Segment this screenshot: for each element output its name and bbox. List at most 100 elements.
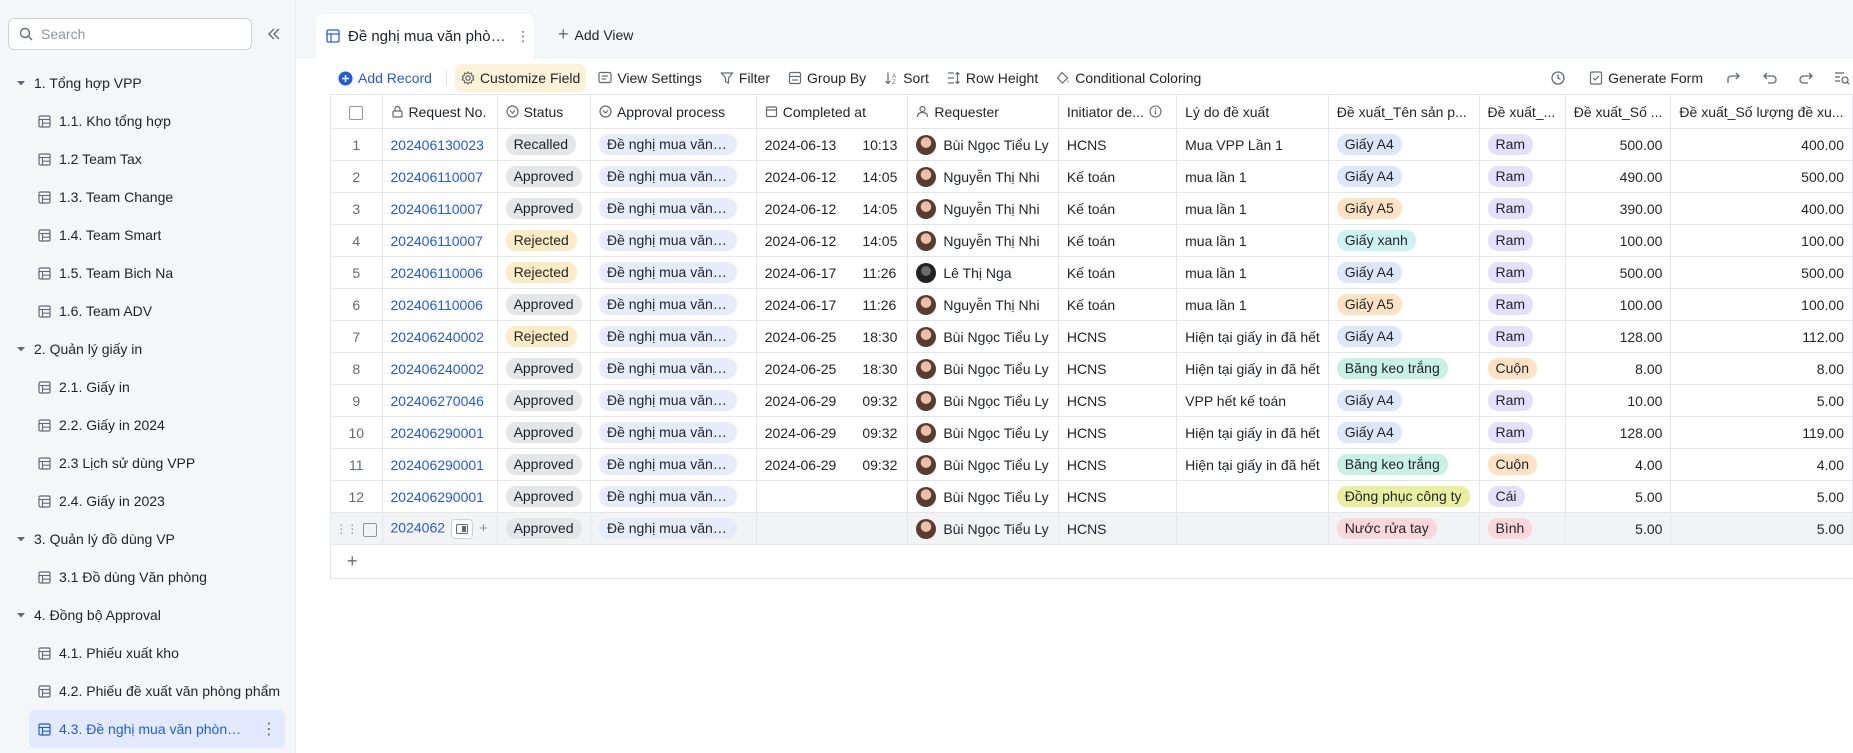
sidebar-item[interactable]: 1.5. Team Bich Na bbox=[0, 254, 296, 292]
product-name-cell[interactable]: Giấy A4 bbox=[1328, 416, 1480, 449]
row-height-button[interactable]: Row Height bbox=[941, 64, 1044, 92]
status-cell[interactable]: Rejected bbox=[497, 256, 591, 289]
completed-at-cell[interactable]: 2024-06-25 18:30 bbox=[756, 320, 909, 353]
completed-at-cell[interactable] bbox=[756, 512, 909, 545]
quantity-cell[interactable]: 128.00 bbox=[1565, 416, 1672, 449]
request-no[interactable]: 202406290001 bbox=[391, 489, 484, 505]
add-row-button[interactable]: + bbox=[330, 545, 1853, 579]
request-no[interactable]: 202406110007 bbox=[391, 169, 483, 185]
column-header-status[interactable]: Status bbox=[497, 94, 591, 129]
sidebar-item[interactable]: 2.2. Giấy in 2024 bbox=[0, 406, 296, 444]
table-row[interactable]: 2 202406110007 Approved Đề nghị mua văn phò… bbox=[330, 160, 1853, 193]
requester-cell[interactable]: Nguyễn Thị Nhi bbox=[907, 160, 1059, 193]
reason-cell[interactable]: mua lần 1 bbox=[1176, 288, 1329, 321]
column-header-approval-process[interactable]: Approval process bbox=[590, 94, 757, 129]
status-cell[interactable]: Approved bbox=[497, 160, 591, 193]
column-header-reason[interactable]: Lý do đề xuất bbox=[1176, 94, 1329, 129]
status-cell[interactable]: Approved bbox=[497, 448, 591, 481]
completed-at-cell[interactable]: 2024-06-29 09:32 bbox=[756, 416, 909, 449]
approval-process-cell[interactable]: Đề nghị mua văn phòng phẩm bbox=[590, 480, 757, 513]
request-no-cell[interactable]: 202406240002 bbox=[382, 320, 498, 353]
request-no-cell[interactable]: 202406290001 bbox=[382, 416, 498, 449]
reason-cell[interactable]: Hiện tại giấy in đã hết bbox=[1176, 320, 1329, 353]
product-name-cell[interactable]: Đồng phục công ty bbox=[1328, 480, 1480, 513]
request-no-cell[interactable]: 202406130023 bbox=[382, 128, 498, 161]
requester-cell[interactable]: Bùi Ngọc Tiểu Ly bbox=[907, 448, 1059, 481]
request-no[interactable]: 202406290001 bbox=[391, 457, 484, 473]
drag-handle-icon[interactable]: ⋮⋮ bbox=[335, 522, 358, 536]
table-row[interactable]: ⋮⋮ 2024062 + Approved Đề nghị mua văn phòng … bbox=[330, 512, 1853, 545]
approval-process-cell[interactable]: Đề nghị mua văn phòng phẩm bbox=[590, 224, 757, 257]
reason-cell[interactable]: mua lần 1 bbox=[1176, 160, 1329, 193]
proposed-quantity-cell[interactable]: 5.00 bbox=[1670, 480, 1853, 513]
unit-cell[interactable]: Ram bbox=[1479, 416, 1566, 449]
approval-process-cell[interactable]: Đề nghị mua văn phòng phẩm bbox=[590, 192, 757, 225]
request-no-cell[interactable]: 2024062 + bbox=[382, 512, 498, 545]
add-view-button[interactable]: + Add View bbox=[558, 24, 633, 45]
approval-process-cell[interactable]: Đề nghị mua văn phòng phẩm bbox=[590, 384, 757, 417]
quantity-cell[interactable]: 100.00 bbox=[1565, 224, 1672, 257]
caret-down-icon[interactable] bbox=[16, 78, 26, 88]
completed-at-cell[interactable]: 2024-06-17 11:26 bbox=[756, 288, 909, 321]
request-no[interactable]: 202406110006 bbox=[391, 265, 483, 281]
table-row[interactable]: 4 202406110007 Rejected Đề nghị mua văn phò… bbox=[330, 224, 1853, 257]
product-name-cell[interactable]: Giấy A4 bbox=[1328, 128, 1480, 161]
more-vertical-icon[interactable]: ⋮ bbox=[516, 28, 530, 45]
quantity-cell[interactable]: 128.00 bbox=[1565, 320, 1672, 353]
search-records-button[interactable] bbox=[1831, 67, 1853, 89]
reason-cell[interactable]: mua lần 1 bbox=[1176, 192, 1329, 225]
request-no[interactable]: 202406110007 bbox=[391, 233, 483, 249]
initiator-cell[interactable]: HCNS bbox=[1058, 448, 1178, 481]
sidebar-item[interactable]: 4.3. Đề nghị mua văn phòng phẩm ⋮ bbox=[29, 710, 285, 748]
unit-cell[interactable]: Bình bbox=[1479, 512, 1566, 545]
quantity-cell[interactable]: 5.00 bbox=[1565, 480, 1672, 513]
request-no-cell[interactable]: 202406110007 bbox=[382, 160, 498, 193]
proposed-quantity-cell[interactable]: 500.00 bbox=[1670, 160, 1853, 193]
row-select-cell[interactable]: ⋮⋮ bbox=[330, 512, 383, 545]
status-cell[interactable]: Approved bbox=[497, 384, 591, 417]
initiator-cell[interactable]: HCNS bbox=[1058, 416, 1178, 449]
table-row[interactable]: 7 202406240002 Rejected Đề nghị mua văn phò… bbox=[330, 320, 1853, 353]
requester-cell[interactable]: Bùi Ngọc Tiểu Ly bbox=[907, 512, 1059, 545]
sidebar-item[interactable]: 1.4. Team Smart bbox=[0, 216, 296, 254]
share-button[interactable] bbox=[1723, 67, 1745, 89]
request-no[interactable]: 202406110007 bbox=[391, 201, 483, 217]
quantity-cell[interactable]: 500.00 bbox=[1565, 128, 1672, 161]
approval-process-cell[interactable]: Đề nghị mua văn phòng phẩm bbox=[590, 160, 757, 193]
sidebar-item[interactable]: 4.1. Phiếu xuất kho bbox=[0, 634, 296, 672]
request-no-cell[interactable]: 202406290001 bbox=[382, 480, 498, 513]
completed-at-cell[interactable]: 2024-06-12 14:05 bbox=[756, 160, 909, 193]
table-row[interactable]: 9 202406270046 Approved Đề nghị mua văn phò… bbox=[330, 384, 1853, 417]
request-no[interactable]: 202406130023 bbox=[391, 137, 484, 153]
quantity-cell[interactable]: 5.00 bbox=[1565, 512, 1672, 545]
redo-button[interactable] bbox=[1795, 67, 1817, 89]
proposed-quantity-cell[interactable]: 400.00 bbox=[1670, 192, 1853, 225]
initiator-cell[interactable]: Kế toán bbox=[1058, 256, 1178, 289]
status-cell[interactable]: Rejected bbox=[497, 224, 591, 257]
select-all-checkbox[interactable] bbox=[349, 105, 364, 120]
proposed-quantity-cell[interactable]: 400.00 bbox=[1670, 128, 1853, 161]
proposed-quantity-cell[interactable]: 5.00 bbox=[1670, 384, 1853, 417]
sidebar-item[interactable]: 2.4. Giấy in 2023 bbox=[0, 482, 296, 520]
product-name-cell[interactable]: Băng keo trắng bbox=[1328, 352, 1480, 385]
unit-cell[interactable]: Ram bbox=[1479, 320, 1566, 353]
proposed-quantity-cell[interactable]: 119.00 bbox=[1670, 416, 1853, 449]
sidebar-group[interactable]: 3. Quản lý đồ dùng VP bbox=[0, 520, 296, 558]
table-row[interactable]: 11 202406290001 Approved Đề nghị mua văn ph… bbox=[330, 448, 1853, 481]
unit-cell[interactable]: Ram bbox=[1479, 384, 1566, 417]
reason-cell[interactable]: Hiện tại giấy in đã hết bbox=[1176, 448, 1329, 481]
requester-cell[interactable]: Bùi Ngọc Tiểu Ly bbox=[907, 352, 1059, 385]
initiator-cell[interactable]: Kế toán bbox=[1058, 192, 1178, 225]
proposed-quantity-cell[interactable]: 500.00 bbox=[1670, 256, 1853, 289]
unit-cell[interactable]: Cuộn bbox=[1479, 448, 1566, 481]
approval-process-cell[interactable]: Đề nghị mua văn phòng phẩm bbox=[590, 448, 757, 481]
initiator-cell[interactable]: HCNS bbox=[1058, 320, 1178, 353]
approval-process-cell[interactable]: Đề nghị mua văn phòng phẩm bbox=[590, 288, 757, 321]
requester-cell[interactable]: Nguyễn Thị Nhi bbox=[907, 288, 1059, 321]
sidebar-item[interactable]: 2.1. Giấy in bbox=[0, 368, 296, 406]
initiator-cell[interactable]: HCNS bbox=[1058, 352, 1178, 385]
request-no-cell[interactable]: 202406110006 bbox=[382, 288, 498, 321]
more-vertical-icon[interactable]: ⋮ bbox=[261, 719, 277, 739]
column-header-completed-at[interactable]: Completed at bbox=[756, 94, 909, 129]
row-checkbox[interactable] bbox=[363, 522, 378, 537]
